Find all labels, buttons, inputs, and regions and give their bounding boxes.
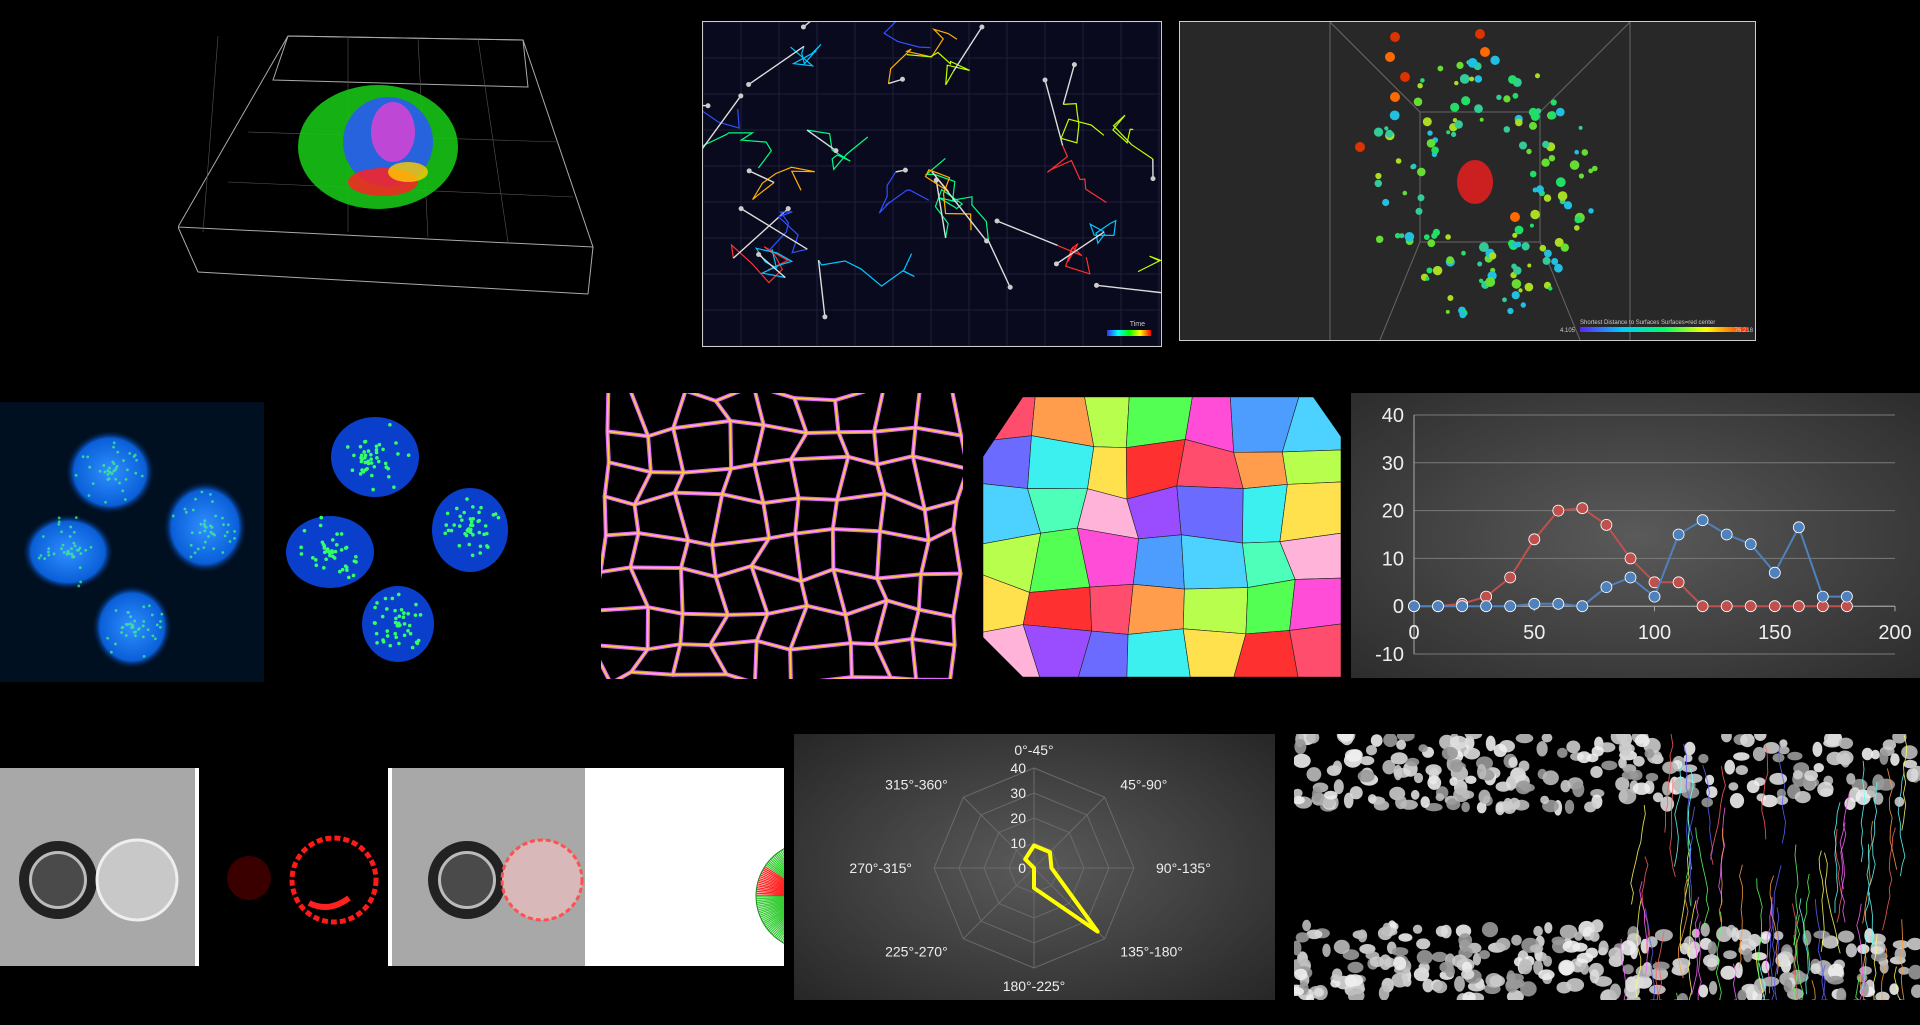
x-tick-label: 100	[1638, 622, 1671, 644]
data-point	[1504, 571, 1517, 584]
distance-3d-panel: Shortest Distance to Surfaces Surfaces=r…	[1179, 21, 1756, 341]
y-tick-label: 40	[1382, 405, 1404, 427]
data-point	[1840, 590, 1853, 603]
data-point	[1768, 566, 1781, 579]
nuclei-widefield-image	[22, 430, 247, 669]
data-point	[1576, 600, 1589, 613]
x-tick-label: 200	[1878, 622, 1911, 644]
nuclei-confocal-image	[286, 417, 508, 662]
cell-tracks-panel: Time	[702, 21, 1162, 347]
data-point	[1576, 502, 1589, 515]
x-tick-label: 150	[1758, 622, 1791, 644]
data-point	[1792, 600, 1805, 613]
data-point	[1504, 600, 1517, 613]
data-point	[1480, 600, 1493, 613]
segmentation-panel	[983, 397, 1341, 677]
distance-3d-image	[1329, 22, 1631, 340]
data-point	[1600, 518, 1613, 531]
line-chart: -100102030400 50 100 150 200	[1375, 405, 1912, 666]
y-gridlines	[1414, 414, 1895, 655]
radar-category-label: 270°-315°	[849, 860, 912, 876]
radar-tick-label: 30	[1010, 785, 1026, 801]
membrane-network-image	[601, 393, 963, 679]
radar-chart-panel: 0 10 20 30 40 0°-45° 45°-90° 90°-135° 135°-180° 1…	[794, 734, 1275, 1000]
brightfield-panel	[0, 768, 199, 966]
data-point	[1672, 576, 1685, 589]
data-point	[1744, 538, 1757, 551]
data-point	[1432, 600, 1444, 613]
cell-tracks-image	[703, 22, 1161, 346]
segmentation-image	[983, 397, 1341, 677]
data-point	[1624, 571, 1637, 584]
radar-category-label: 90°-135°	[1156, 860, 1211, 876]
data-point	[1720, 600, 1733, 613]
data-point	[1600, 581, 1613, 594]
radar-series	[1023, 843, 1100, 934]
nuclei-tracking-panel	[1294, 734, 1920, 1000]
data-point	[1528, 597, 1541, 610]
distance-colorbar-min: 4.105	[1560, 328, 1576, 334]
y-tick-label: -10	[1375, 644, 1404, 666]
distance-colorbar	[1580, 327, 1748, 332]
data-point	[1624, 552, 1637, 565]
radar-tick-label: 0	[1018, 860, 1026, 876]
radar-tick-label: 20	[1010, 810, 1026, 826]
radar-category-label: 225°-270°	[885, 943, 948, 959]
radar-category-label: 45°-90°	[1120, 777, 1167, 793]
data-point	[1696, 600, 1709, 613]
fluorescence-red-image	[227, 835, 379, 925]
nuclei-confocal-panel	[280, 402, 544, 682]
data-point	[1408, 600, 1420, 613]
volume-render-panel	[178, 32, 598, 297]
data-point	[1552, 597, 1565, 610]
data-point	[1672, 528, 1685, 541]
time-colorbar	[1107, 330, 1151, 336]
angle-fan-panel	[585, 768, 784, 966]
membrane-network-panel	[601, 393, 963, 679]
series-0	[1408, 502, 1853, 613]
radar-category-label: 180°-225°	[1003, 978, 1066, 994]
nuclei-tracking-image	[1294, 734, 1920, 1000]
data-point	[1528, 533, 1541, 546]
y-tick-label: 0	[1393, 596, 1404, 618]
data-point	[1696, 514, 1709, 527]
volume-render-image	[178, 35, 594, 295]
x-tick-label: 50	[1523, 622, 1545, 644]
data-point	[1648, 590, 1661, 603]
x-tick-label: 0	[1408, 622, 1419, 644]
data-point	[1720, 528, 1733, 541]
data-point	[1456, 600, 1468, 613]
data-point	[1552, 504, 1565, 517]
radar-category-label: 315°-360°	[885, 777, 948, 793]
fluorescence-red-panel	[199, 768, 387, 966]
y-tick-label: 20	[1382, 501, 1404, 523]
data-point	[1792, 521, 1805, 534]
radar-category-label: 135°-180°	[1120, 943, 1183, 959]
angle-fan-image	[755, 848, 784, 944]
radar-category-label: 0°-45°	[1014, 742, 1053, 758]
y-tick-label: 30	[1382, 453, 1404, 475]
data-point	[1744, 600, 1757, 613]
overlay-panel	[388, 768, 589, 966]
distance-colorbar-max: 76.218	[1734, 328, 1753, 334]
data-point	[1768, 600, 1781, 613]
overlay-image	[428, 838, 584, 922]
distance-colorbar-label: Shortest Distance to Surfaces Surfaces=r…	[1580, 320, 1716, 326]
line-chart-panel: -10 0 10 20 30 40 0 50 100 150 200	[1351, 393, 1920, 678]
brightfield-image	[19, 838, 179, 922]
radar-tick-label: 10	[1010, 835, 1026, 851]
radar-chart: 0 10 20 30 40 0°-45° 45°-90° 90°-135° 135°-180° 1…	[849, 742, 1211, 994]
data-point	[1816, 590, 1829, 603]
nuclei-widefield-panel	[0, 402, 264, 682]
time-colorbar-label: Time	[1129, 321, 1145, 328]
y-tick-label: 10	[1382, 548, 1404, 570]
radar-tick-label: 40	[1010, 760, 1026, 776]
